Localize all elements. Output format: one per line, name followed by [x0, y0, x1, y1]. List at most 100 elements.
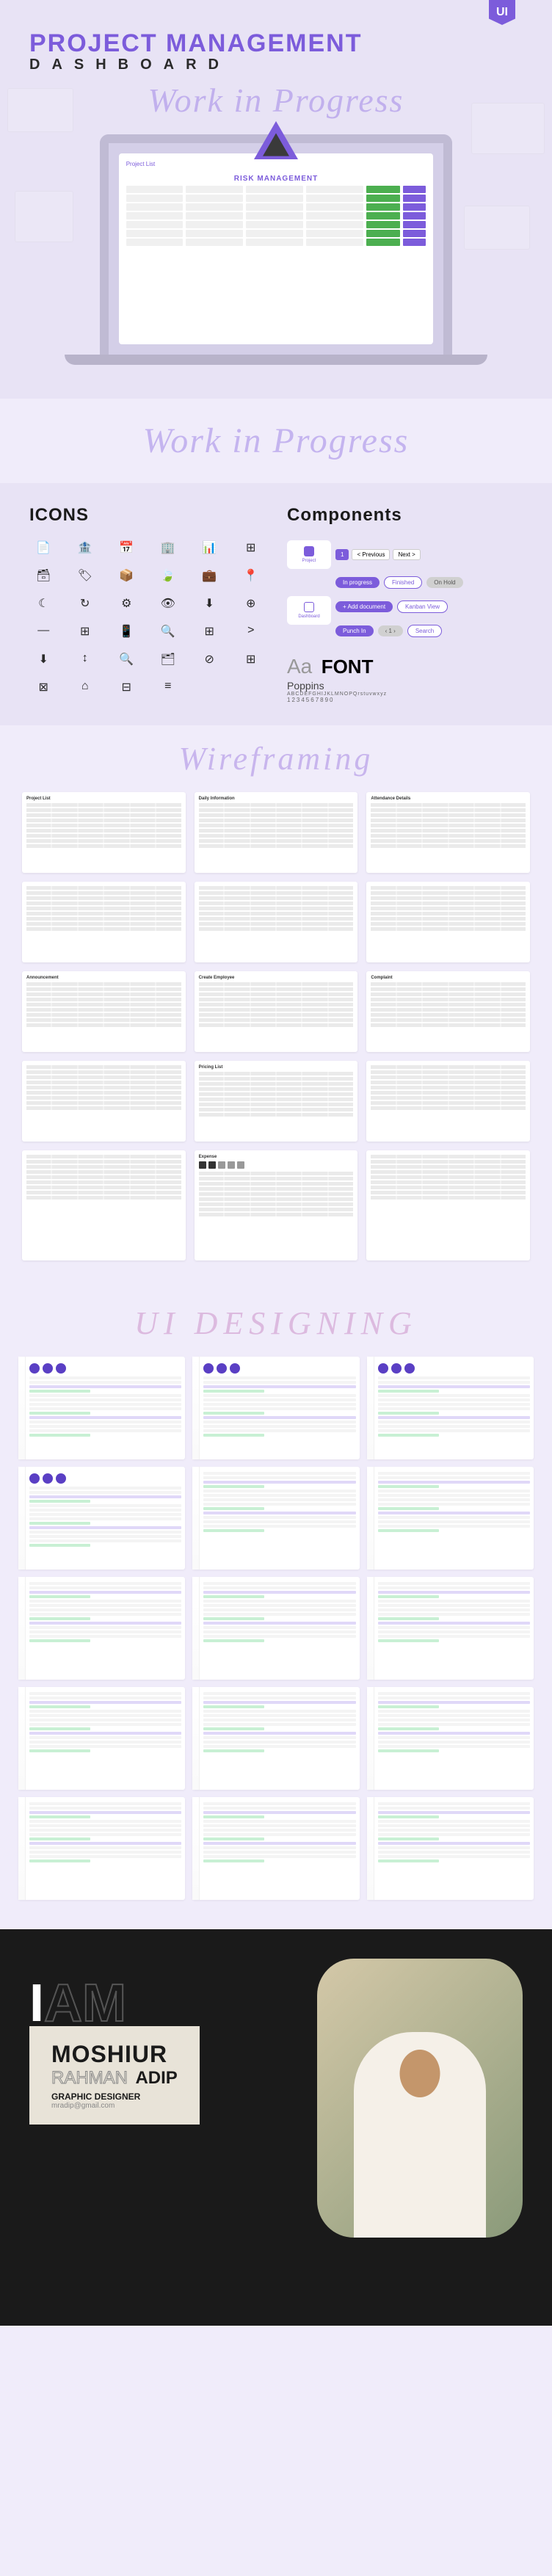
- ui-icon: 🍃: [154, 568, 183, 583]
- action-chip[interactable]: + Add document: [335, 601, 393, 612]
- ui-icon: 👁: [154, 596, 183, 611]
- ui-design-mock: [367, 1797, 534, 1900]
- ui-icon: 💼: [195, 568, 224, 583]
- author-email: mradip@gmail.com: [51, 2102, 178, 2110]
- ui-icon: ↕: [71, 652, 100, 667]
- ui-icon: 📄: [29, 540, 58, 555]
- chip-search[interactable]: Search: [407, 625, 442, 637]
- subtitle: DASHBOARD: [29, 57, 523, 73]
- wireframe-mock: Pricing List: [195, 1061, 358, 1142]
- ui-icon: 🏦: [71, 540, 100, 555]
- mock-title: Expense: [199, 1155, 354, 1159]
- wireframe-grid: Project List Daily Information Attendance …: [0, 792, 552, 1290]
- ui-designing-heading: UI DESIGNING: [0, 1290, 552, 1357]
- aa-glyph: Aa: [287, 655, 312, 678]
- ui-design-mock: [367, 1577, 534, 1680]
- ui-design-mock: [18, 1687, 185, 1790]
- author-first-name: MOSHIUR: [51, 2041, 178, 2068]
- author-card: MOSHIUR RAHMAN ADIP GRAPHIC DESIGNER mra…: [29, 2026, 200, 2125]
- screen-title: Project List: [126, 161, 426, 167]
- footer-section: IAM MOSHIUR RAHMAN ADIP GRAPHIC DESIGNER…: [0, 1929, 552, 2326]
- ui-icon: ⬇: [29, 652, 58, 667]
- person-silhouette-icon: [354, 2032, 486, 2238]
- pagination[interactable]: 1 < Previous Next >: [335, 549, 421, 560]
- icons-column: ICONS 📄🏦📅🏢📊⊞🗃🏷📦🍃💼📍☾↻⚙👁⬇⊕—⊞📱🔍⊞>⬇↕🔍🗂⊘⊞⊠⌂⊟≡: [29, 505, 265, 703]
- chip-stepper[interactable]: ‹ 1 ›: [378, 625, 403, 636]
- ui-design-mock: [192, 1357, 359, 1459]
- icons-components-section: ICONS 📄🏦📅🏢📊⊞🗃🏷📦🍃💼📍☾↻⚙👁⬇⊕—⊞📱🔍⊞>⬇↕🔍🗂⊘⊞⊠⌂⊟≡…: [0, 483, 552, 725]
- nav-card-project[interactable]: Project: [287, 540, 331, 569]
- mock-title: Pricing List: [199, 1065, 354, 1070]
- action-chip[interactable]: Kanban View: [397, 601, 448, 613]
- wireframe-mock: [22, 1061, 186, 1142]
- wireframe-mock: Expense: [195, 1150, 358, 1260]
- ui-design-mock: [367, 1467, 534, 1570]
- font-sample: Aa FONT Poppins ABCDEFGHIJKLMNOPQrstuvwx…: [287, 655, 523, 703]
- components-column: Components Project 1 < Previous Next > D…: [287, 505, 523, 703]
- icons-heading: ICONS: [29, 505, 265, 526]
- mock-title: Complaint: [371, 976, 526, 980]
- ui-icon: 📅: [112, 540, 141, 555]
- numbers-sample: 1234567890: [287, 697, 523, 703]
- ui-design-mock: [18, 1357, 185, 1459]
- ui-icon: 🔍: [112, 652, 141, 667]
- author-role: GRAPHIC DESIGNER: [51, 2091, 178, 2102]
- ui-icon: ⊞: [237, 652, 266, 667]
- nav-label: Project: [293, 559, 325, 563]
- mock-title: Announcement: [26, 976, 181, 980]
- ui-icon: ⚙: [112, 596, 141, 611]
- ui-icon: 🏷: [71, 568, 100, 583]
- ui-icon: ⊘: [195, 652, 224, 667]
- ui-icon: 📍: [237, 568, 266, 583]
- nav-label: Dashboard: [293, 614, 325, 619]
- ui-design-mock: [367, 1687, 534, 1790]
- ui-icon: ⊟: [112, 680, 141, 694]
- mock-title: Daily Information: [199, 797, 354, 801]
- ui-icon: ☾: [29, 596, 58, 611]
- ui-icon: 🏢: [154, 540, 183, 555]
- wireframe-mock: [22, 882, 186, 962]
- chip-punch-in[interactable]: Punch In: [335, 625, 374, 636]
- ui-design-mock: [192, 1687, 359, 1790]
- components-heading: Components: [287, 505, 523, 526]
- triangle-logo-icon: [254, 121, 298, 159]
- status-chip[interactable]: In progress: [335, 577, 380, 588]
- page-next[interactable]: Next >: [393, 549, 420, 560]
- wireframe-mock: Project List: [22, 792, 186, 873]
- ui-badge: UI: [489, 0, 515, 25]
- icon-grid: 📄🏦📅🏢📊⊞🗃🏷📦🍃💼📍☾↻⚙👁⬇⊕—⊞📱🔍⊞>⬇↕🔍🗂⊘⊞⊠⌂⊟≡: [29, 540, 265, 694]
- ui-icon: ⌂: [71, 680, 100, 694]
- author-mid-name: RAHMAN: [51, 2068, 128, 2088]
- status-chip[interactable]: Finished: [384, 576, 422, 589]
- main-title: PROJECT MANAGEMENT: [29, 29, 523, 58]
- wireframing-heading: Wireframing: [0, 725, 552, 792]
- ui-icon: ⊕: [237, 596, 266, 611]
- ui-icon: 📊: [195, 540, 224, 555]
- page-current[interactable]: 1: [335, 549, 349, 560]
- ui-icon: ⊠: [29, 680, 58, 694]
- ui-icon: 🔍: [154, 624, 183, 639]
- ui-design-mock: [367, 1357, 534, 1459]
- wireframe-mock: Attendance Details: [366, 792, 530, 873]
- ui-icon: ⊞: [71, 624, 100, 639]
- brand-label: RISK MANAGEMENT: [126, 175, 426, 183]
- wireframe-mock: [366, 1061, 530, 1142]
- ui-design-mock: [192, 1577, 359, 1680]
- ui-design-mock: [192, 1797, 359, 1900]
- ui-icon: 📦: [112, 568, 141, 583]
- laptop-mockup: Project List RISK MANAGEMENT: [100, 134, 452, 355]
- wip-divider: Work in Progress: [0, 406, 552, 476]
- page-prev[interactable]: < Previous: [352, 549, 390, 560]
- ui-icon: 🗃: [29, 568, 58, 583]
- status-chip[interactable]: On Hold: [426, 577, 462, 588]
- ui-icon: >: [237, 624, 266, 639]
- wireframe-mock: Create Employee: [195, 971, 358, 1052]
- wireframe-mock: Complaint: [366, 971, 530, 1052]
- ui-design-mock: [18, 1797, 185, 1900]
- alphabet-upper: ABCDEFGHIJKLMNOPQrstuvwxyz: [287, 692, 523, 697]
- hero-section: UI PROJECT MANAGEMENT DASHBOARD Work in …: [0, 0, 552, 399]
- nav-card-dashboard[interactable]: Dashboard: [287, 596, 331, 625]
- ui-design-mock: [192, 1467, 359, 1570]
- ui-icon: ≡: [154, 680, 183, 694]
- font-family-name: Poppins: [287, 680, 523, 692]
